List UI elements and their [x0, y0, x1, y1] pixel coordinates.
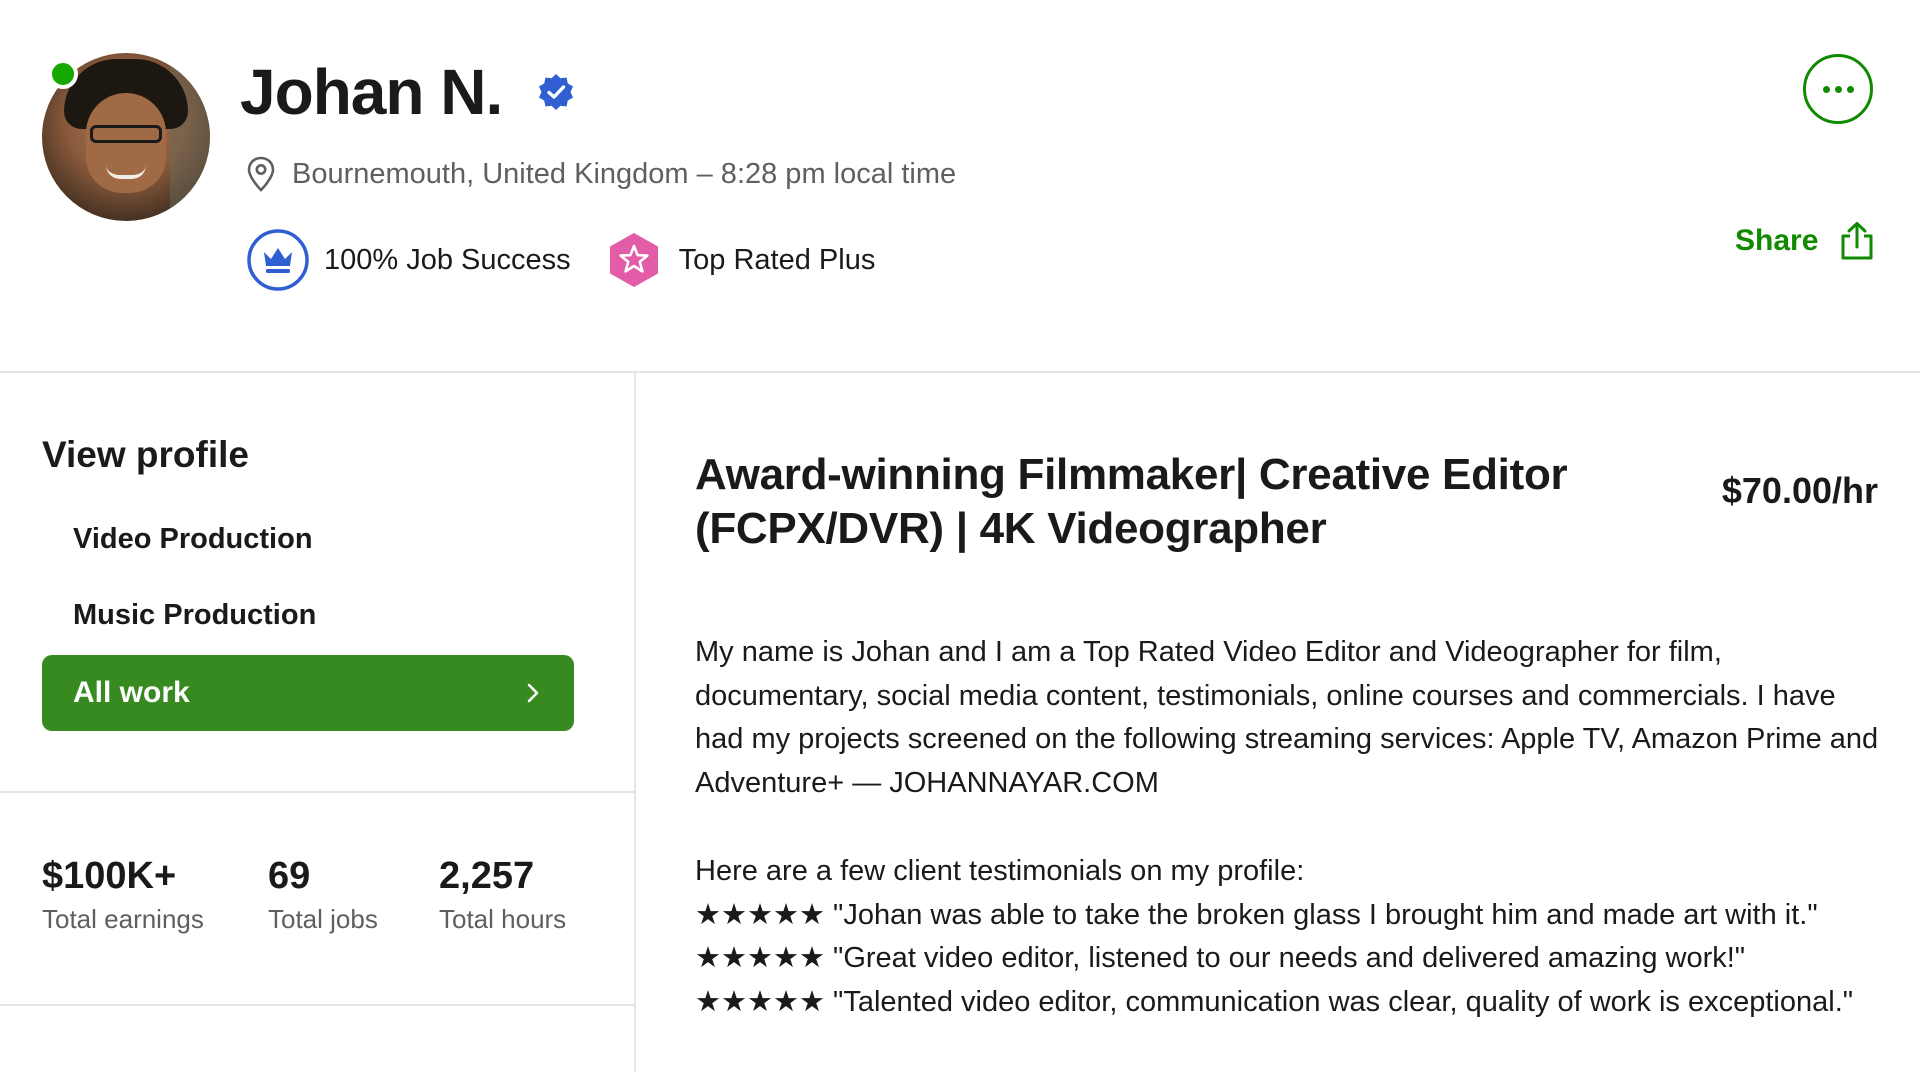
sidebar-item-music-production[interactable]: Music Production — [73, 599, 316, 632]
stat-total-earnings: $100K+ Total earnings — [42, 852, 204, 935]
job-success-badge: 100% Job Success — [324, 243, 571, 276]
description-intro: My name is Johan and I am a Top Rated Vi… — [695, 636, 1879, 799]
star-badge-icon — [609, 233, 658, 287]
hourly-rate: $70.00/hr — [1721, 470, 1878, 511]
profile-description: My name is Johan and I am a Top Rated Vi… — [695, 631, 1885, 1024]
testimonial-item: ★★★★★ "Talented video editor, communicat… — [695, 985, 1854, 1018]
share-label: Share — [1735, 224, 1819, 257]
column-divider — [634, 373, 636, 1072]
profile-title: Award-winning Filmmaker| Creative Editor… — [695, 450, 1568, 553]
stat-label: Total earnings — [42, 904, 204, 934]
sidebar-item-video-production[interactable]: Video Production — [73, 523, 313, 556]
verified-badge-icon — [539, 74, 573, 110]
stat-value: 69 — [268, 855, 311, 897]
view-profile-heading: View profile — [42, 434, 249, 475]
testimonials-heading: Here are a few client testimonials on my… — [695, 855, 1305, 887]
location-row: Bournemouth, United Kingdom – 8:28 pm lo… — [246, 156, 956, 192]
stat-total-jobs: 69 Total jobs — [268, 852, 378, 935]
header-divider — [0, 371, 1920, 373]
badges-row: 100% Job Success Top Rated Plus — [246, 228, 875, 292]
crown-icon — [247, 229, 309, 291]
location-pin-icon — [247, 156, 275, 192]
online-status-dot — [48, 59, 78, 89]
top-rated-badge: Top Rated Plus — [678, 243, 876, 276]
more-dots-icon — [1822, 85, 1854, 93]
stat-total-hours: 2,257 Total hours — [439, 852, 566, 935]
profile-name: Johan N. — [240, 56, 503, 128]
stat-value: 2,257 — [439, 855, 535, 897]
stat-value: $100K+ — [42, 855, 177, 897]
stat-label: Total hours — [439, 904, 567, 934]
all-work-label: All work — [73, 676, 190, 709]
location-text: Bournemouth, United Kingdom – 8:28 pm lo… — [292, 157, 957, 190]
stat-label: Total jobs — [268, 904, 378, 934]
chevron-right-icon — [527, 683, 539, 703]
sidebar-divider-bottom — [0, 1004, 634, 1006]
avatar-container[interactable] — [42, 53, 210, 221]
testimonial-item: ★★★★★ "Great video editor, listened to o… — [695, 942, 1746, 974]
sidebar-item-all-work[interactable]: All work — [42, 655, 574, 731]
sidebar-divider — [0, 791, 634, 793]
testimonial-item: ★★★★★ "Johan was able to take the broken… — [695, 898, 1818, 931]
more-options-button[interactable] — [1803, 54, 1873, 124]
share-button[interactable]: Share — [1735, 220, 1878, 262]
share-icon — [1841, 222, 1873, 260]
